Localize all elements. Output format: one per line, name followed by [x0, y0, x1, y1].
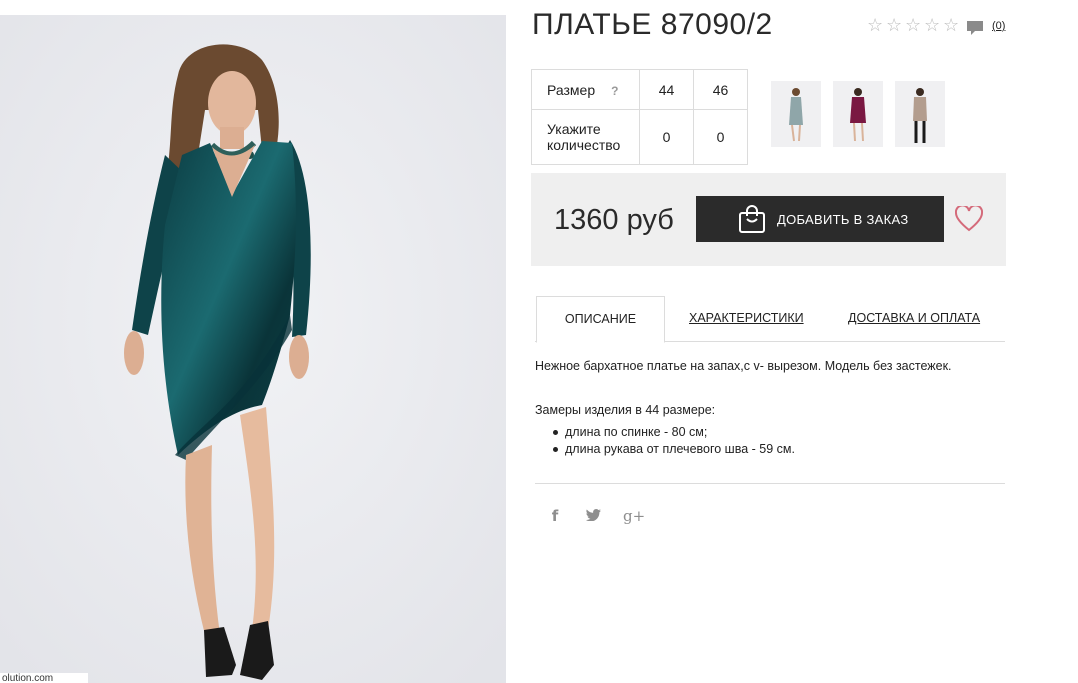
- color-thumbnails: [771, 81, 945, 147]
- model-in-dress-illustration: [0, 15, 506, 683]
- measurements-list: длина по спинке - 80 см; длина рукава от…: [550, 424, 795, 458]
- size-help-icon[interactable]: ?: [611, 84, 618, 98]
- quantity-input-46[interactable]: 0: [693, 109, 748, 165]
- thumbnail-burgundy-dress[interactable]: [833, 81, 883, 147]
- thumbnail-figure-icon: [771, 81, 821, 147]
- measurements-title: Замеры изделия в 44 размере:: [535, 403, 716, 417]
- shopping-bag-icon: [739, 205, 765, 233]
- size-label-cell: Размер?: [531, 69, 640, 110]
- product-photo[interactable]: olution.com: [0, 15, 506, 683]
- product-title: ПЛАТЬЕ 87090/2: [532, 8, 773, 41]
- thumbnail-beige-dress[interactable]: [895, 81, 945, 147]
- review-count-link[interactable]: (0): [992, 20, 1005, 32]
- tab-characteristics[interactable]: ХАРАКТЕРИСТИКИ: [689, 296, 804, 340]
- add-to-order-label: ДОБАВИТЬ В ЗАКАЗ: [777, 212, 909, 227]
- thumbnail-figure-icon: [833, 81, 883, 147]
- tab-delivery-payment[interactable]: ДОСТАВКА И ОПЛАТА: [848, 296, 980, 340]
- twitter-icon[interactable]: [585, 508, 601, 525]
- size-option: 44: [639, 69, 694, 110]
- star-icon[interactable]: ☆: [943, 16, 961, 34]
- description-text: Нежное бархатное платье на запах,с v- вы…: [535, 359, 952, 373]
- google-plus-icon[interactable]: g+: [623, 507, 645, 525]
- star-icon[interactable]: ☆: [867, 16, 885, 34]
- size-label: Размер: [547, 81, 596, 98]
- size-option: 46: [693, 69, 748, 110]
- list-item: длина по спинке - 80 см;: [550, 424, 795, 441]
- heart-icon[interactable]: [955, 206, 983, 232]
- social-share: f g+: [547, 507, 645, 525]
- photo-watermark: olution.com: [0, 673, 88, 683]
- list-item: длина рукава от плечевого шва - 59 см.: [550, 441, 795, 458]
- rating-stars[interactable]: ☆ ☆ ☆ ☆ ☆: [867, 16, 961, 34]
- star-icon[interactable]: ☆: [905, 16, 923, 34]
- add-to-order-button[interactable]: ДОБАВИТЬ В ЗАКАЗ: [696, 196, 944, 242]
- divider: [535, 483, 1005, 484]
- tab-description[interactable]: ОПИСАНИЕ: [536, 296, 665, 343]
- product-tabs: ОПИСАНИЕ ХАРАКТЕРИСТИКИ ДОСТАВКА И ОПЛАТ…: [535, 296, 1005, 343]
- comment-icon[interactable]: [966, 20, 984, 36]
- twitter-bird-icon: [585, 508, 601, 521]
- price: 1360 руб: [554, 204, 674, 236]
- facebook-icon[interactable]: f: [547, 507, 563, 525]
- star-icon[interactable]: ☆: [886, 16, 904, 34]
- thumbnail-grey-dress[interactable]: [771, 81, 821, 147]
- quantity-input-44[interactable]: 0: [639, 109, 694, 165]
- quantity-label: Укажите количество: [531, 109, 640, 165]
- thumbnail-figure-icon: [895, 81, 945, 147]
- star-icon[interactable]: ☆: [924, 16, 942, 34]
- size-table: Размер? 44 46 Укажите количество 0 0: [531, 69, 748, 165]
- purchase-panel: 1360 руб ДОБАВИТЬ В ЗАКАЗ: [531, 173, 1006, 266]
